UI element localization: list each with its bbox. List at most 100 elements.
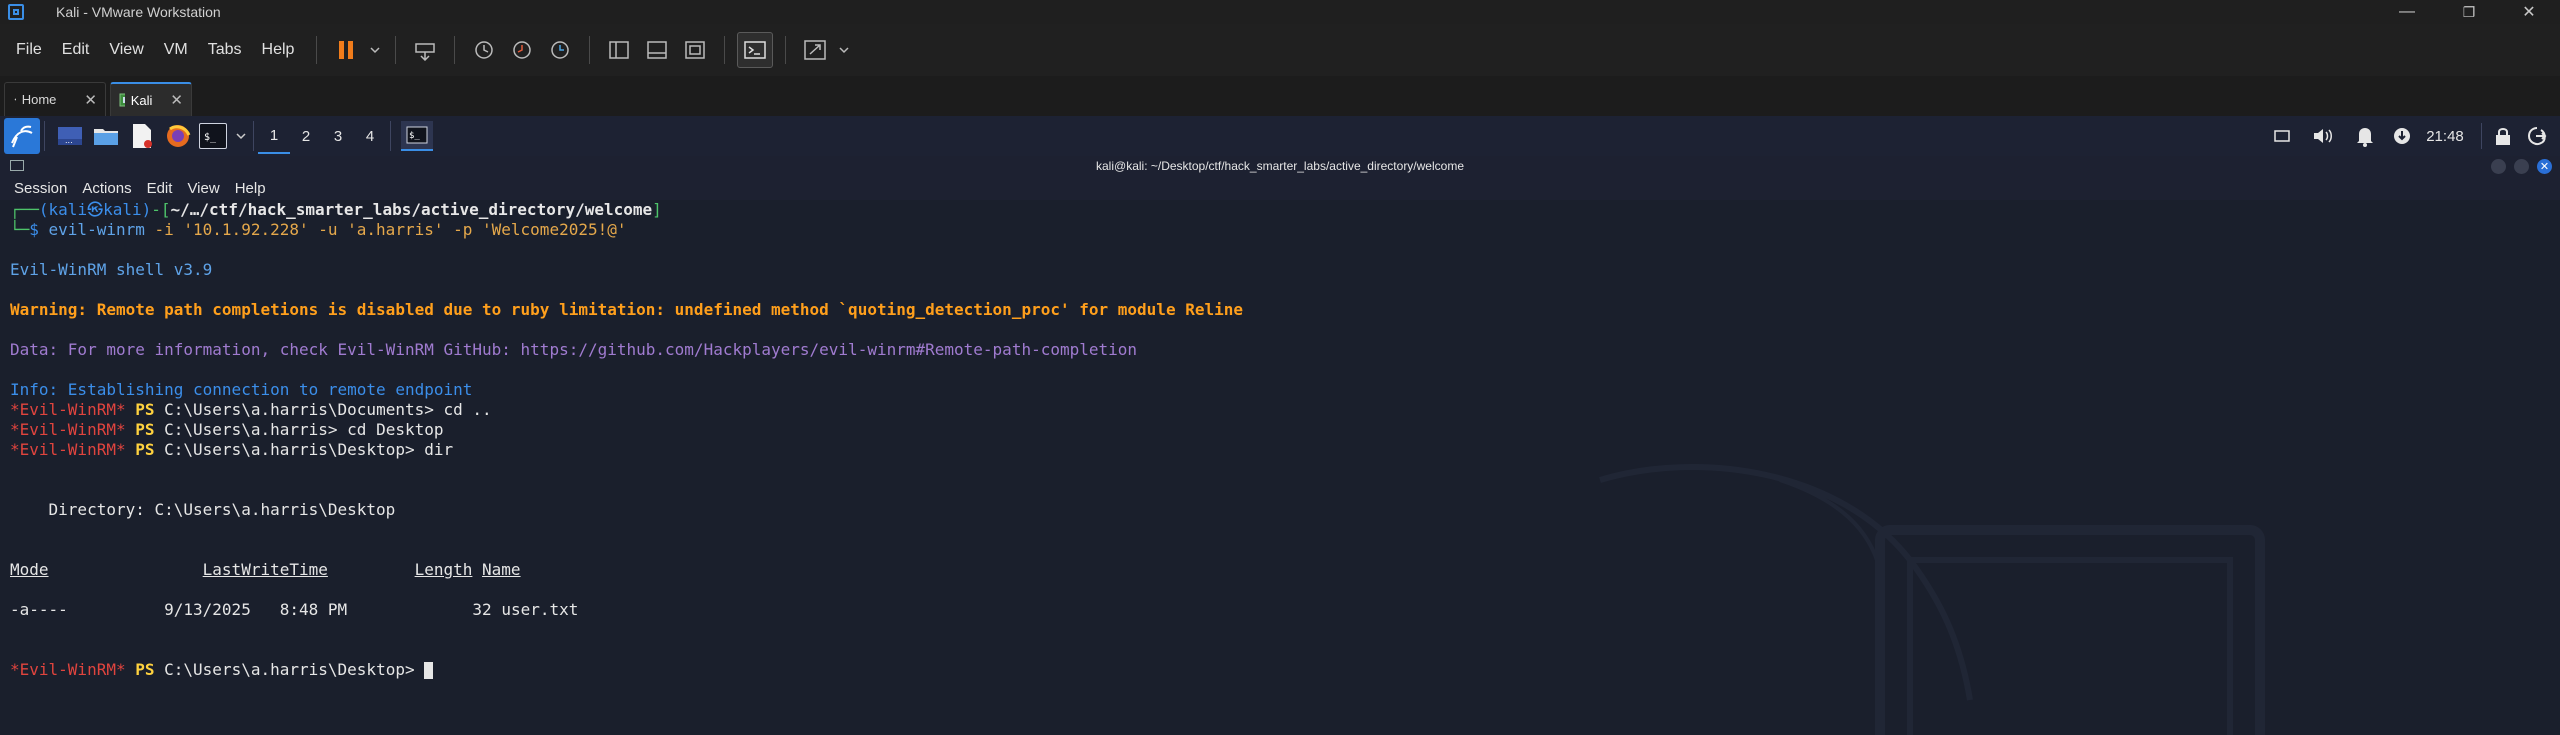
- terminal-menu-actions[interactable]: Actions: [82, 180, 131, 197]
- prompt-user-host: (kali㉿kali): [38, 200, 152, 219]
- menu-edit[interactable]: Edit: [62, 41, 90, 59]
- terminal-maximize-button[interactable]: [2514, 159, 2529, 174]
- command-line: └─$ evil-winrm -i '10.1.92.228' -u 'a.ha…: [10, 220, 627, 239]
- close-window-button[interactable]: ✕: [2500, 0, 2558, 24]
- ps-prefix: *Evil-WinRM*: [10, 440, 126, 459]
- pause-dropdown-icon[interactable]: [367, 33, 383, 67]
- firefox-icon[interactable]: [163, 121, 193, 151]
- workspace-2[interactable]: 2: [290, 118, 322, 154]
- ps-label: PS: [135, 400, 155, 419]
- terminal-menubar: Session Actions Edit View Help: [0, 176, 2560, 200]
- tab-home[interactable]: Home ✕: [4, 82, 106, 116]
- show-desktop-icon[interactable]: ...: [55, 121, 85, 151]
- table-header-line: Mode LastWriteTime Length Name: [10, 560, 521, 580]
- tab-kali-label: Kali: [130, 92, 153, 108]
- display-icon[interactable]: [2270, 116, 2294, 156]
- text-editor-icon[interactable]: [127, 121, 157, 151]
- ps-command: C:\Users\a.harris\Documents> cd ..: [164, 400, 492, 419]
- menu-help[interactable]: Help: [262, 41, 295, 59]
- ps-label: PS: [135, 420, 155, 439]
- ps-line: *Evil-WinRM* PS C:\Users\a.harris\Docume…: [10, 400, 492, 420]
- ps-line: *Evil-WinRM* PS C:\Users\a.harris> cd De…: [10, 420, 444, 440]
- menu-vm[interactable]: VM: [164, 41, 188, 59]
- vm-icon: [119, 93, 125, 107]
- workspace-3[interactable]: 3: [322, 118, 354, 154]
- terminal-window: kali@kali: ~/Desktop/ctf/hack_smarter_la…: [0, 156, 2560, 735]
- svg-text:...: ...: [65, 136, 73, 145]
- panel-separator: [44, 121, 45, 151]
- notifications-icon[interactable]: [2350, 116, 2380, 156]
- console-view-icon[interactable]: [737, 32, 774, 68]
- menu-tabs[interactable]: Tabs: [208, 41, 242, 59]
- tab-home-close-icon[interactable]: ✕: [84, 91, 97, 109]
- terminal-window-icon: [10, 160, 24, 171]
- prompt-path: ~/…/ctf/hack_smarter_labs/active_directo…: [170, 200, 653, 219]
- maximize-button[interactable]: ❐: [2440, 0, 2498, 24]
- thumbnail-bar-icon[interactable]: [640, 33, 674, 67]
- terminal-menu-help[interactable]: Help: [235, 180, 266, 197]
- pause-icon[interactable]: [329, 33, 363, 67]
- toolbar-separator: [316, 36, 318, 64]
- full-screen-icon[interactable]: [678, 33, 712, 67]
- workspace-1[interactable]: 1: [258, 118, 290, 154]
- file-manager-icon[interactable]: [91, 121, 121, 151]
- terminal-launcher-icon[interactable]: $_: [199, 123, 227, 149]
- data-line: Data: For more information, check Evil-W…: [10, 340, 1138, 359]
- terminal-output[interactable]: ┌──(kali㉿kali)-[~/…/ctf/hack_smarter_lab…: [0, 200, 2560, 735]
- ps-line: *Evil-WinRM* PS C:\Users\a.harris\Deskto…: [10, 440, 453, 460]
- volume-icon[interactable]: [2308, 116, 2338, 156]
- text-cursor: [424, 662, 434, 679]
- revert-snapshot-icon[interactable]: [505, 33, 539, 67]
- snapshot-manager-icon[interactable]: [543, 33, 577, 67]
- terminal-title: kali@kali: ~/Desktop/ctf/hack_smarter_la…: [1096, 159, 1464, 173]
- banner-line: Evil-WinRM shell v3.9: [10, 260, 213, 279]
- tab-kali-close-icon[interactable]: ✕: [170, 91, 183, 109]
- window-titlebar: Kali - VMware Workstation — ❐ ✕: [0, 0, 2560, 24]
- terminal-titlebar: kali@kali: ~/Desktop/ctf/hack_smarter_la…: [0, 156, 2560, 176]
- panel-separator: [253, 121, 254, 151]
- panel-separator: [2480, 116, 2482, 156]
- final-prompt-line: *Evil-WinRM* PS C:\Users\a.harris\Deskto…: [10, 660, 434, 680]
- command-name: evil-winrm: [48, 220, 145, 239]
- send-ctrl-alt-del-icon[interactable]: [408, 33, 442, 67]
- menu-file[interactable]: File: [16, 41, 42, 59]
- svg-text:$_: $_: [204, 132, 217, 143]
- network-icon[interactable]: [2390, 116, 2414, 156]
- minimize-button[interactable]: —: [2378, 0, 2436, 24]
- row-date: 9/13/2025: [164, 600, 251, 619]
- terminal-menu-edit[interactable]: Edit: [147, 180, 173, 197]
- svg-text:$_: $_: [409, 131, 420, 141]
- toolbar-separator: [785, 36, 787, 64]
- terminal-minimize-button[interactable]: [2491, 159, 2506, 174]
- terminal-close-button[interactable]: ✕: [2537, 159, 2552, 174]
- terminal-menu-session[interactable]: Session: [14, 180, 67, 197]
- panel-clock[interactable]: 21:48: [2420, 116, 2470, 156]
- tab-kali[interactable]: Kali ✕: [110, 82, 192, 116]
- command-args: -i '10.1.92.228' -u 'a.harris' -p 'Welco…: [144, 220, 627, 239]
- terminal-menu-view[interactable]: View: [187, 180, 219, 197]
- stretch-guest-icon[interactable]: [798, 33, 832, 67]
- vm-display[interactable]: ... $_ 1 2 3 4 $_ 21:48 kali@kali: ~/Des…: [0, 116, 2560, 735]
- kali-menu-icon[interactable]: [4, 118, 40, 154]
- col-lwt-header: LastWriteTime: [202, 560, 328, 579]
- row-time: 8:48 PM: [279, 600, 348, 619]
- window-title: Kali - VMware Workstation: [56, 4, 221, 20]
- kali-dragon-watermark-icon: [1599, 464, 2265, 735]
- stretch-dropdown-icon[interactable]: [836, 33, 852, 67]
- show-library-icon[interactable]: [602, 33, 636, 67]
- kali-panel: ... $_ 1 2 3 4 $_ 21:48: [0, 116, 2560, 156]
- ps-label: PS: [135, 440, 155, 459]
- ps-command: C:\Users\a.harris> cd Desktop: [164, 420, 444, 439]
- terminal-dropdown-icon[interactable]: [233, 121, 249, 151]
- snapshot-icon[interactable]: [467, 33, 501, 67]
- final-prompt: C:\Users\a.harris\Desktop>: [164, 660, 425, 679]
- panel-separator: [390, 121, 391, 151]
- logout-icon[interactable]: [2522, 116, 2552, 156]
- workspace-4[interactable]: 4: [354, 118, 386, 154]
- toolbar-separator: [454, 36, 456, 64]
- lock-screen-icon[interactable]: [2488, 116, 2518, 156]
- vmware-logo-icon: [8, 4, 24, 20]
- taskbar-terminal-window[interactable]: $_: [401, 121, 433, 151]
- vm-tabbar: Home ✕ Kali ✕: [0, 76, 2560, 116]
- menu-view[interactable]: View: [109, 41, 143, 59]
